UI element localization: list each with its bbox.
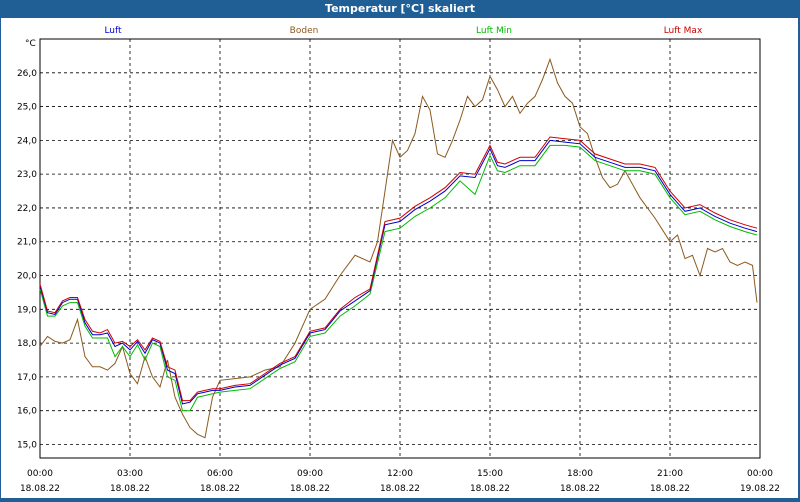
x-tick-date: 18.08.22: [560, 484, 600, 494]
y-tick-label: 21,0: [17, 238, 37, 248]
chart-title: Temperatur [°C] skaliert: [0, 0, 800, 18]
x-tick-date: 18.08.22: [290, 484, 330, 494]
x-tick-time: 15:00: [477, 469, 503, 479]
x-tick-time: 00:00: [27, 469, 53, 479]
x-tick-date: 18.08.22: [470, 484, 510, 494]
y-tick-label: 23,0: [17, 170, 37, 180]
x-tick-time: 18:00: [567, 469, 593, 479]
x-tick-date: 18.08.22: [20, 484, 60, 494]
x-tick-time: 03:00: [117, 469, 143, 479]
x-tick-date: 18.08.22: [380, 484, 420, 494]
temperature-chart: 15,0 16,0 17,0 18,0 19,0 20,0 21,0 22,0 23,0 24,0…: [17, 26, 780, 494]
y-tick-label: 15,0: [17, 440, 37, 450]
y-tick-label: 20,0: [17, 272, 37, 282]
y-tick-label: 25,0: [17, 103, 37, 113]
x-tick-time: 12:00: [387, 469, 413, 479]
x-tick-date: 19.08.22: [740, 484, 780, 494]
x-tick-date: 18.08.22: [200, 484, 240, 494]
y-tick-label: 16,0: [17, 407, 37, 417]
legend-label: Luft Max: [664, 26, 703, 36]
y-tick-label: 22,0: [17, 204, 37, 214]
x-tick-time: 09:00: [297, 469, 323, 479]
y-axis-unit: °C: [25, 39, 36, 49]
x-tick-time: 21:00: [657, 469, 683, 479]
x-tick-date: 18.08.22: [650, 484, 690, 494]
chart-panel: 15,0 16,0 17,0 18,0 19,0 20,0 21,0 22,0 23,0 24,0…: [1, 18, 798, 498]
legend-label: Boden: [290, 26, 319, 36]
x-tick-date: 18.08.22: [110, 484, 150, 494]
legend-label: Luft Min: [476, 26, 512, 36]
legend-label: Luft: [104, 26, 122, 36]
chart-window: Temperatur [°C] skaliert 15,0 16,0 17,0 18,…: [0, 0, 800, 500]
y-tick-label: 24,0: [17, 136, 37, 146]
x-tick-time: 00:00: [747, 469, 773, 479]
y-tick-label: 18,0: [17, 339, 37, 349]
y-tick-label: 19,0: [17, 305, 37, 315]
y-tick-label: 26,0: [17, 69, 37, 79]
y-tick-label: 17,0: [17, 373, 37, 383]
x-tick-time: 06:00: [207, 469, 233, 479]
